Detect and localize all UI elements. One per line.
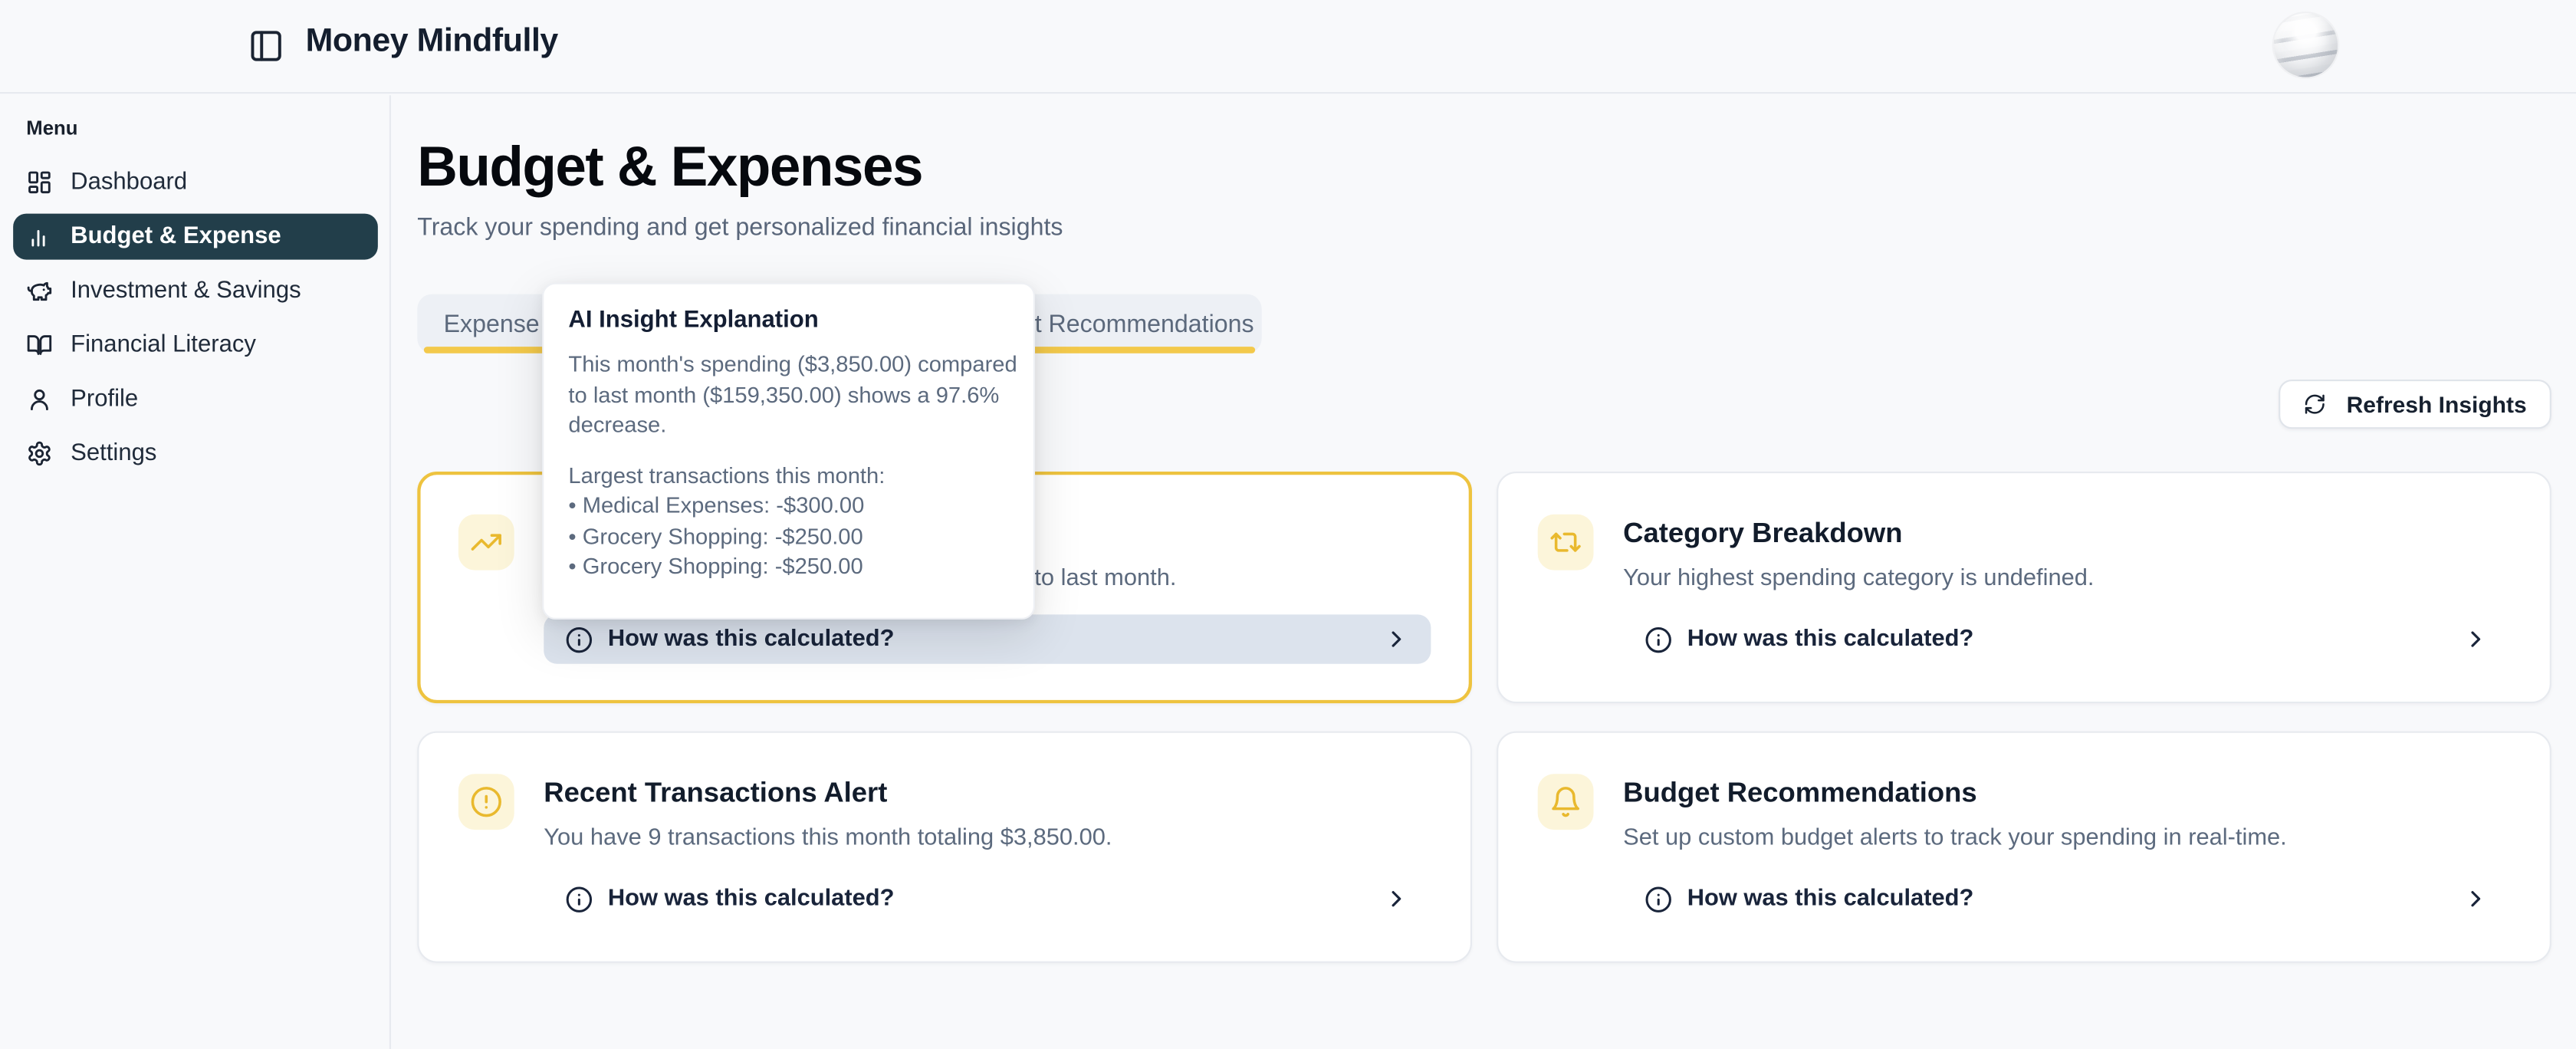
card-title: Recent Transactions Alert: [544, 778, 1431, 811]
card-description: Set up custom budget alerts to track you…: [1623, 824, 2510, 853]
bar-chart-icon: [26, 223, 52, 249]
sidebar-item-label: Investment & Savings: [71, 278, 301, 304]
chevron-right-icon: [2463, 886, 2489, 912]
how-calculated-label: How was this calculated?: [608, 886, 895, 912]
repeat-icon: [1538, 515, 1594, 571]
how-calculated-label: How was this calculated?: [608, 626, 895, 652]
page-subtitle: Track your spending and get personalized…: [417, 214, 2551, 242]
ai-insight-transactions: Largest transactions this month: • Medic…: [568, 461, 1008, 583]
piggy-bank-icon: [26, 278, 52, 304]
chevron-right-icon: [2463, 626, 2489, 652]
refresh-insights-button[interactable]: Refresh Insights: [2279, 380, 2551, 429]
card-category-breakdown: Category Breakdown Your highest spending…: [1497, 472, 2551, 703]
sidebar: Menu Dashboard Budget & Expense Invest: [0, 95, 391, 1049]
card-budget-recommendations: Budget Recommendations Set up custom bud…: [1497, 732, 2551, 963]
info-icon: [1644, 885, 1672, 913]
app-title: Money Mindfully: [306, 23, 558, 61]
how-calculated-label: How was this calculated?: [1687, 886, 1974, 912]
ai-insight-popup-title: AI Insight Explanation: [568, 307, 1008, 334]
sidebar-item-financial-literacy[interactable]: Financial Literacy: [13, 322, 378, 368]
how-calculated-link[interactable]: How was this calculated?: [1623, 874, 2510, 923]
chevron-right-icon: [1383, 626, 1409, 652]
gear-icon: [26, 440, 52, 466]
book-open-icon: [26, 332, 52, 358]
sidebar-toggle-button[interactable]: [245, 25, 288, 67]
chevron-right-icon: [1383, 886, 1409, 912]
bell-icon: [1538, 774, 1594, 830]
sidebar-item-label: Profile: [71, 386, 138, 413]
user-icon: [26, 386, 52, 413]
card-recent-transactions-alert: Recent Transactions Alert You have 9 tra…: [417, 732, 1472, 963]
card-title: Category Breakdown: [1623, 518, 2510, 551]
dashboard-icon: [26, 169, 52, 196]
sidebar-item-label: Budget & Expense: [71, 223, 281, 249]
avatar[interactable]: [2274, 13, 2338, 77]
alert-circle-icon: [458, 774, 514, 830]
how-calculated-label: How was this calculated?: [1687, 626, 1974, 652]
sidebar-item-budget-expense[interactable]: Budget & Expense: [13, 214, 378, 260]
refresh-icon: [2304, 393, 2327, 416]
info-icon: [565, 625, 593, 653]
ai-insight-paragraph: This month's spending ($3,850.00) compar…: [568, 350, 1008, 441]
card-description: Your highest spending category is undefi…: [1623, 564, 2510, 594]
sidebar-item-dashboard[interactable]: Dashboard: [13, 159, 378, 206]
how-calculated-link[interactable]: How was this calculated?: [544, 614, 1431, 663]
how-calculated-link[interactable]: How was this calculated?: [544, 874, 1431, 923]
top-header: Money Mindfully: [0, 0, 2576, 94]
sidebar-item-label: Financial Literacy: [71, 332, 256, 358]
refresh-insights-label: Refresh Insights: [2347, 391, 2527, 417]
card-description: You have 9 transactions this month total…: [544, 824, 1431, 853]
panel-left-icon: [248, 28, 284, 64]
sidebar-menu-label: Menu: [26, 117, 378, 140]
info-icon: [565, 885, 593, 913]
trending-up-icon: [458, 515, 514, 571]
ai-insight-popup: AI Insight Explanation This month's spen…: [542, 283, 1035, 620]
info-icon: [1644, 625, 1672, 653]
sidebar-item-label: Settings: [71, 440, 156, 466]
page-title: Budget & Expenses: [417, 135, 2551, 201]
sidebar-item-settings[interactable]: Settings: [13, 430, 378, 476]
sidebar-nav: Dashboard Budget & Expense Investment & …: [13, 159, 378, 477]
card-title: Budget Recommendations: [1623, 778, 2510, 811]
sidebar-item-label: Dashboard: [71, 169, 187, 196]
how-calculated-link[interactable]: How was this calculated?: [1623, 614, 2510, 663]
sidebar-item-investment-savings[interactable]: Investment & Savings: [13, 268, 378, 314]
app-window: Money Mindfully Menu Dashboard Budget & …: [0, 0, 2576, 1049]
sidebar-item-profile[interactable]: Profile: [13, 377, 378, 423]
